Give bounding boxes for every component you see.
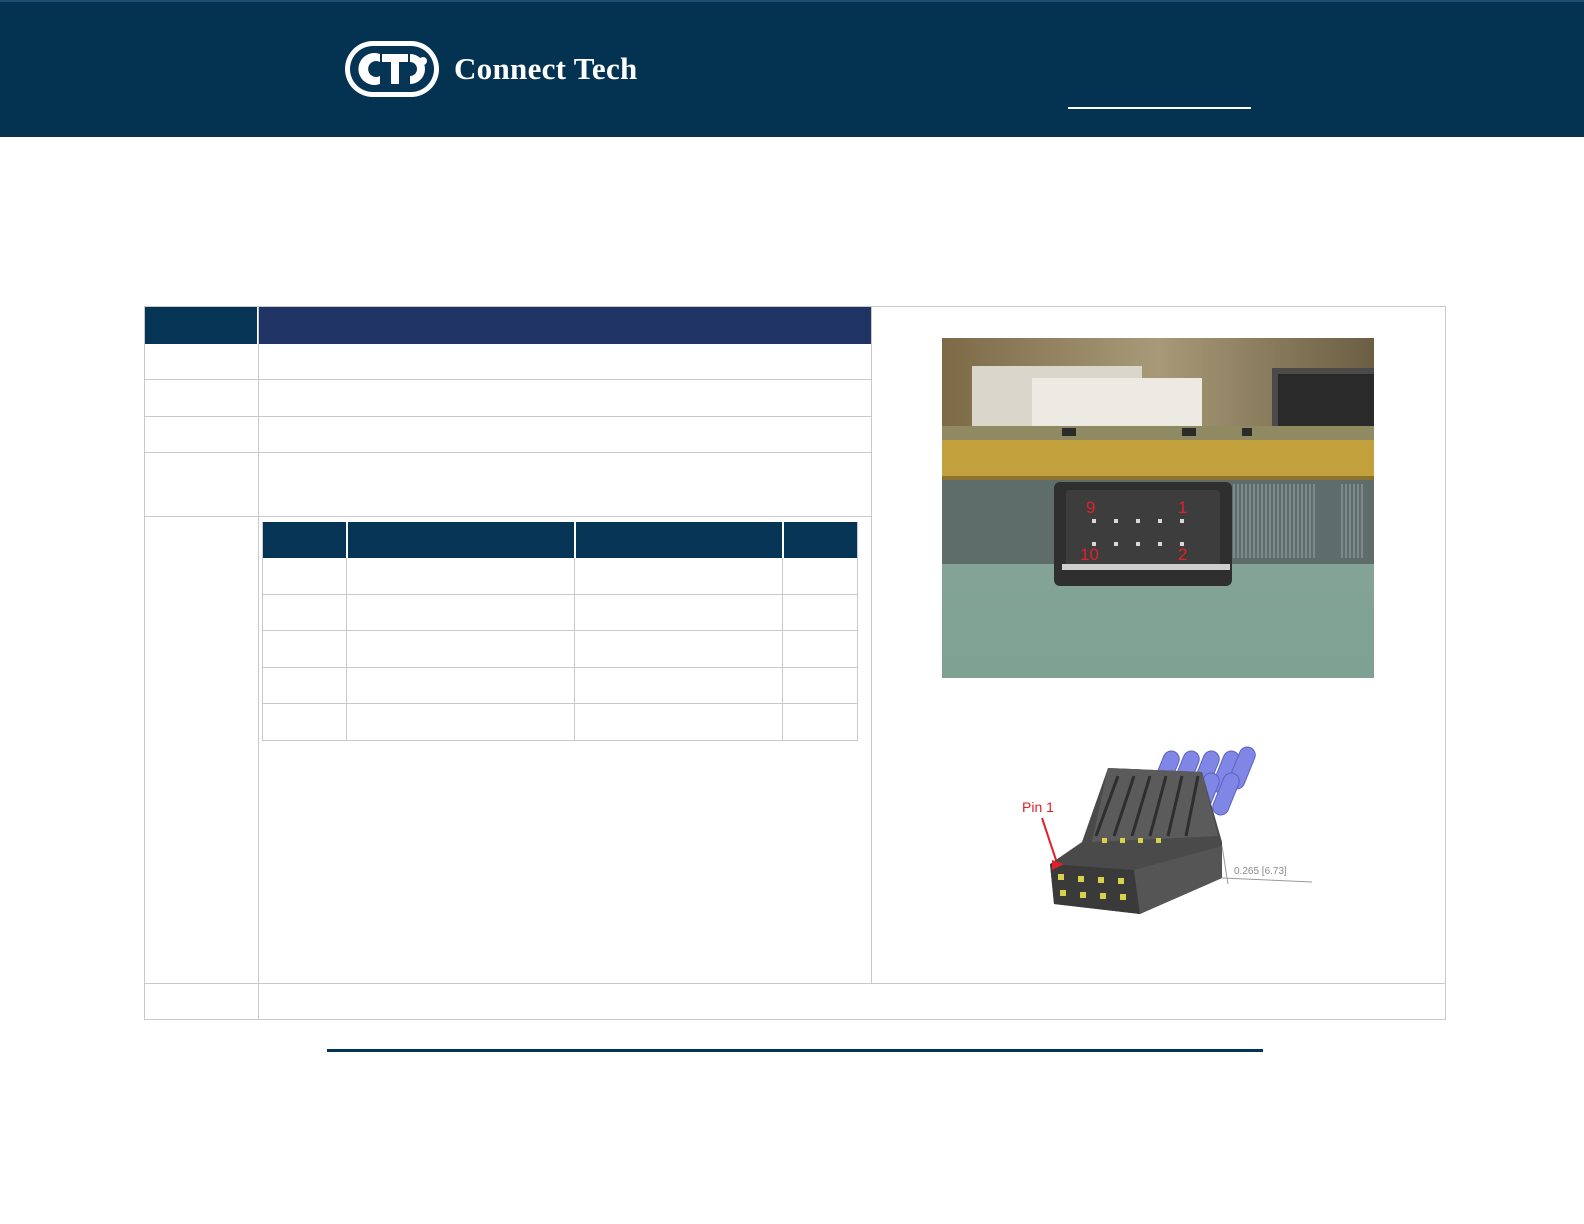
brand-name: Connect Tech [454, 51, 638, 86]
brand-logo: Connect Tech [344, 40, 638, 98]
photo-label-pin-2: 2 [1178, 545, 1187, 564]
table-header-cell-value [259, 306, 871, 344]
connector-photo: 9 1 10 2 [942, 338, 1374, 678]
table-header-cell-label [144, 306, 257, 344]
connector-drawing: Pin 1 0.265 [6.73] [1022, 746, 1313, 914]
pinout-header-pin [262, 522, 346, 558]
pin-1-label: Pin 1 [1022, 799, 1054, 815]
pinout-header-type [784, 522, 858, 558]
page-header: Connect Tech [0, 0, 1584, 137]
photo-label-pin-1: 1 [1178, 498, 1187, 517]
header-rule [1068, 107, 1251, 109]
cti-logo-icon [345, 41, 439, 97]
photo-label-pin-9: 9 [1086, 498, 1095, 517]
pinout-header-signal [348, 522, 574, 558]
photo-label-pin-10: 10 [1080, 545, 1099, 564]
dimension-label: 0.265 [6.73] [1234, 866, 1287, 877]
footer-rule [327, 1049, 1263, 1052]
pinout-header-description [576, 522, 782, 558]
